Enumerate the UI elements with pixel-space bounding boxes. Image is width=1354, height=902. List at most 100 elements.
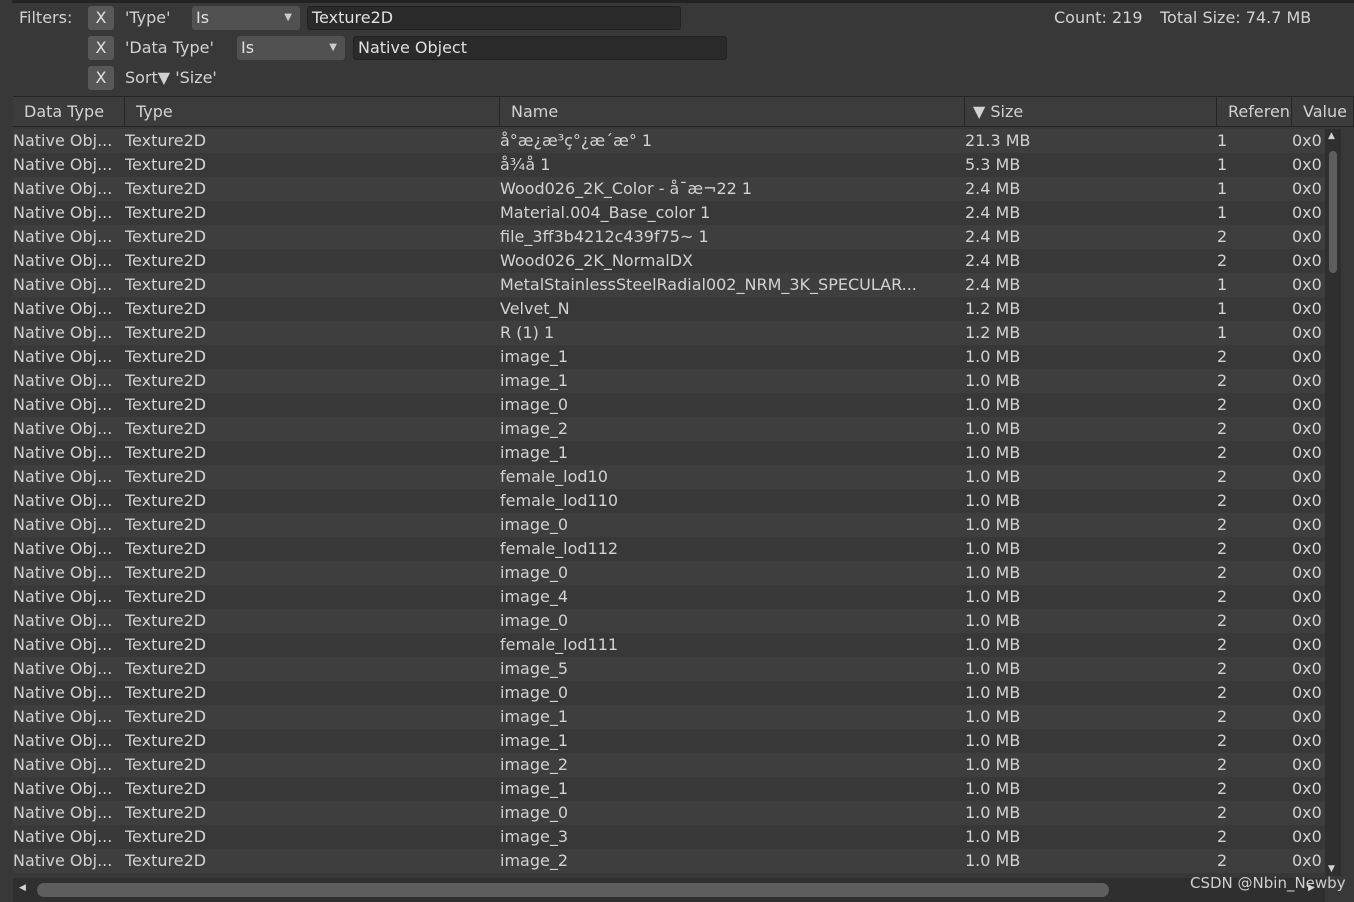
cell-type: Texture2D [125, 251, 207, 270]
table-row[interactable]: Native Obj... Texture2D Material.004_Base_… [13, 201, 1325, 225]
cell-data-type: Native Obj... [13, 251, 113, 270]
type-filter-operator-dropdown[interactable]: Is ▼ [192, 6, 300, 30]
table-row[interactable]: Native Obj... Texture2D image_1 1.0 MB 2 0x0 [13, 345, 1325, 369]
table-row[interactable]: Native Obj... Texture2D image_0 1.0 MB 2 0x0 [13, 681, 1325, 705]
cell-name: image_0 [500, 395, 569, 414]
cell-value: 0x0 [1292, 275, 1322, 294]
column-header-value[interactable]: Value [1292, 97, 1354, 126]
cell-value: 0x0 [1292, 251, 1322, 270]
cell-references: 2 [1217, 395, 1228, 414]
table-row[interactable]: Native Obj... Texture2D image_2 1.0 MB 2 0x0 [13, 417, 1325, 441]
table-row[interactable]: Native Obj... Texture2D image_0 1.0 MB 2 0x0 [13, 513, 1325, 537]
table-row[interactable]: Native Obj... Texture2D image_1 1.0 MB 2 0x0 [13, 705, 1325, 729]
cell-data-type: Native Obj... [13, 419, 113, 438]
horizontal-scroll-thumb[interactable] [37, 883, 1109, 897]
cell-type: Texture2D [125, 443, 207, 462]
cell-type: Texture2D [125, 659, 207, 678]
table-row[interactable]: Native Obj... Texture2D Velvet_N 1.2 MB 1 0x0 [13, 297, 1325, 321]
remove-sort-button[interactable]: X [88, 66, 114, 90]
cell-value: 0x0 [1292, 347, 1322, 366]
cell-name: female_lod111 [500, 635, 619, 654]
table-row[interactable]: Native Obj... Texture2D female_lod111 1.0 M… [13, 633, 1325, 657]
scroll-up-icon[interactable]: ▲ [1328, 131, 1335, 141]
table-row[interactable]: Native Obj... Texture2D å°æ¿æ³ç°¿æ´æ° 1 21.… [13, 129, 1325, 153]
cell-references: 2 [1217, 779, 1228, 798]
table-row[interactable]: Native Obj... Texture2D image_4 1.0 MB 2 0x0 [13, 585, 1325, 609]
filters-label: Filters: [19, 8, 73, 27]
table-row[interactable]: Native Obj... Texture2D Wood026_2K_Color -… [13, 177, 1325, 201]
cell-name: image_0 [500, 611, 569, 630]
table-row[interactable]: Native Obj... Texture2D image_1 1.0 MB 2 0x0 [13, 441, 1325, 465]
table-row[interactable]: Native Obj... Texture2D image_0 1.0 MB 2 0x0 [13, 393, 1325, 417]
column-header-references[interactable]: References [1217, 97, 1292, 126]
table-row[interactable]: Native Obj... Texture2D image_2 1.0 MB 2 0x0 [13, 753, 1325, 777]
cell-size: 1.0 MB [965, 683, 1021, 702]
cell-value: 0x0 [1292, 227, 1322, 246]
remove-datatype-filter-button[interactable]: X [88, 36, 114, 60]
vertical-scrollbar[interactable]: ▲ ▼ [1325, 129, 1341, 876]
column-header-type[interactable]: Type [125, 97, 500, 126]
cell-value: 0x0 [1292, 467, 1322, 486]
column-header-data-type[interactable]: Data Type [13, 97, 125, 126]
table-row[interactable]: Native Obj... Texture2D image_1 1.0 MB 2 0x0 [13, 369, 1325, 393]
cell-size: 1.0 MB [965, 755, 1021, 774]
cell-type: Texture2D [125, 731, 207, 750]
remove-type-filter-button[interactable]: X [88, 6, 114, 30]
cell-type: Texture2D [125, 395, 207, 414]
datatype-filter-operator-dropdown[interactable]: Is ▼ [237, 36, 345, 60]
table-row[interactable]: Native Obj... Texture2D female_lod112 1.0 M… [13, 537, 1325, 561]
table-row[interactable]: Native Obj... Texture2D å¾å 1 5.3 MB 1 0x0 [13, 153, 1325, 177]
cell-size: 1.0 MB [965, 371, 1021, 390]
table-row[interactable]: Native Obj... Texture2D image_0 1.0 MB 2 0x0 [13, 609, 1325, 633]
cell-references: 2 [1217, 827, 1228, 846]
cell-name: image_1 [500, 731, 569, 750]
cell-name: image_2 [500, 419, 569, 438]
watermark: CSDN @Nbin_Newby [1190, 874, 1346, 892]
cell-data-type: Native Obj... [13, 827, 113, 846]
cell-size: 1.0 MB [965, 779, 1021, 798]
cell-references: 2 [1217, 419, 1228, 438]
table-row[interactable]: Native Obj... Texture2D female_lod10 1.0 MB… [13, 465, 1325, 489]
table-row[interactable]: Native Obj... Texture2D female_lod110 1.0 M… [13, 489, 1325, 513]
table-row[interactable]: Native Obj... Texture2D image_2 1.0 MB 2 0x0 [13, 849, 1325, 873]
table-row[interactable]: Native Obj... Texture2D image_5 1.0 MB 2 0x0 [13, 657, 1325, 681]
scroll-down-icon[interactable]: ▼ [1328, 864, 1335, 874]
cell-type: Texture2D [125, 299, 207, 318]
cell-name: image_0 [500, 803, 569, 822]
table-row[interactable]: Native Obj... Texture2D image_0 1.0 MB 2 0x0 [13, 561, 1325, 585]
column-header-name[interactable]: Name [500, 97, 965, 126]
cell-type: Texture2D [125, 635, 207, 654]
table-row[interactable]: Native Obj... Texture2D image_1 1.0 MB 2 0x0 [13, 729, 1325, 753]
cell-value: 0x0 [1292, 395, 1322, 414]
cell-value: 0x0 [1292, 851, 1322, 870]
cell-size: 1.0 MB [965, 587, 1021, 606]
cell-name: Velvet_N [500, 299, 570, 318]
cell-data-type: Native Obj... [13, 707, 113, 726]
cell-references: 2 [1217, 347, 1228, 366]
table-row[interactable]: Native Obj... Texture2D R (1) 1 1.2 MB 1 0x0 [13, 321, 1325, 345]
cell-type: Texture2D [125, 803, 207, 822]
table-row[interactable]: Native Obj... Texture2D image_1 1.0 MB 2 0x0 [13, 777, 1325, 801]
cell-data-type: Native Obj... [13, 131, 113, 150]
cell-size: 1.0 MB [965, 827, 1021, 846]
datatype-filter-value-input[interactable]: Native Object [353, 36, 727, 60]
table-row[interactable]: Native Obj... Texture2D file_3ff3b4212c439… [13, 225, 1325, 249]
table-row[interactable]: Native Obj... Texture2D Wood026_2K_NormalD… [13, 249, 1325, 273]
table-row[interactable]: Native Obj... Texture2D image_3 1.0 MB 2 0x0 [13, 825, 1325, 849]
cell-references: 1 [1217, 203, 1228, 222]
table-row[interactable]: Native Obj... Texture2D image_0 1.0 MB 2 0x0 [13, 801, 1325, 825]
cell-data-type: Native Obj... [13, 371, 113, 390]
cell-size: 1.0 MB [965, 731, 1021, 750]
type-filter-value-input[interactable]: Texture2D [307, 6, 681, 30]
operator-value: Is [196, 8, 210, 27]
vertical-scroll-thumb[interactable] [1329, 151, 1337, 273]
cell-type: Texture2D [125, 371, 207, 390]
horizontal-scrollbar[interactable]: ◀ ▶ [13, 878, 1325, 902]
cell-size: 1.0 MB [965, 611, 1021, 630]
cell-value: 0x0 [1292, 731, 1322, 750]
column-header-size[interactable]: ▼ Size [965, 97, 1217, 126]
table-row[interactable]: Native Obj... Texture2D MetalStainlessStee… [13, 273, 1325, 297]
cell-value: 0x0 [1292, 803, 1322, 822]
cell-name: image_2 [500, 755, 569, 774]
scroll-left-icon[interactable]: ◀ [19, 883, 26, 893]
